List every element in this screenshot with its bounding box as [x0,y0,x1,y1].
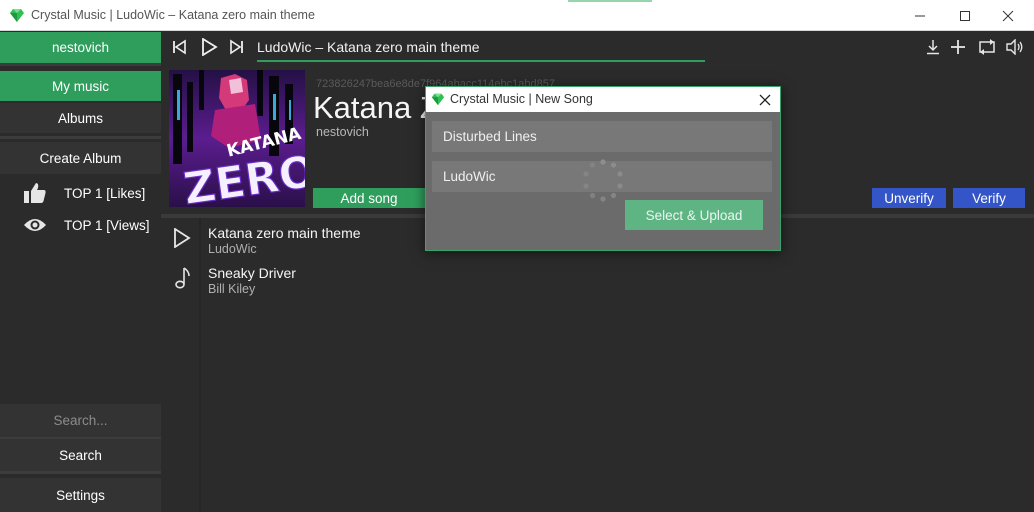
play-icon [202,38,218,56]
sidebar-item-albums[interactable]: Albums [0,103,161,133]
song-row[interactable]: Sneaky Driver Bill Kiley [161,258,1034,298]
skip-back-icon [173,39,186,55]
song-artist: Bill Kiley [208,282,256,296]
new-song-dialog: Crystal Music | New Song Disturbed Lines… [425,86,781,251]
thumbs-up-icon [22,182,48,204]
dialog-titlebar: Crystal Music | New Song [426,87,780,112]
verify-button[interactable]: Verify [953,188,1025,208]
crystal-gem-icon [10,9,24,22]
unverify-button[interactable]: Unverify [872,188,946,208]
sidebar-item-my-music[interactable]: My music [0,71,161,101]
maximize-icon [960,10,970,21]
settings-button[interactable]: Settings [0,478,161,512]
search-input[interactable]: Search... [0,404,161,437]
minimize-button[interactable] [897,0,943,31]
sidebar: nestovich My music Albums Create Album T… [0,31,161,512]
dialog-title: Crystal Music | New Song [450,92,593,106]
window-titlebar: Crystal Music | LudoWic – Katana zero ma… [0,0,1034,31]
maximize-button[interactable] [942,0,988,31]
sidebar-divider [0,63,161,66]
song-list: Katana zero main theme LudoWic Sneaky Dr… [161,218,1034,512]
sidebar-item-top-likes[interactable]: TOP 1 [Likes] [0,179,161,207]
crystal-gem-icon [431,93,445,106]
select-upload-button[interactable]: Select & Upload [625,200,763,230]
player-bar: LudoWic – Katana zero main theme [161,31,1034,64]
create-album-button[interactable]: Create Album [0,142,161,174]
download-button[interactable] [923,37,943,57]
dialog-close-button[interactable] [754,89,776,111]
eye-icon [22,214,48,236]
add-song-button[interactable]: Add song [313,188,425,208]
repeat-icon [979,39,995,55]
sidebar-divider [0,136,161,139]
top-likes-label: TOP 1 [Likes] [64,185,146,201]
album-owner: nestovich [316,125,369,139]
song-title: Sneaky Driver [208,265,296,281]
sidebar-item-top-views[interactable]: TOP 1 [Views] [0,211,161,239]
user-button[interactable]: nestovich [0,32,161,63]
top-views-label: TOP 1 [Views] [64,217,150,233]
skip-forward-icon [230,39,243,55]
titlebar-highlight [568,0,652,2]
close-icon [1002,10,1014,21]
previous-button[interactable] [169,37,189,57]
volume-button[interactable] [1005,37,1025,57]
music-note-icon [171,266,193,290]
album-cover-image: ZERO KATANA [169,70,305,207]
song-title-field[interactable]: Disturbed Lines [432,121,772,152]
song-artist: LudoWic [208,242,257,256]
window-title: Crystal Music | LudoWic – Katana zero ma… [31,8,315,22]
play-icon[interactable] [171,226,193,250]
repeat-button[interactable] [977,37,997,57]
minimize-icon [915,15,925,16]
now-playing-title: LudoWic – Katana zero main theme [257,39,480,55]
next-button[interactable] [227,37,247,57]
plus-icon [951,40,965,54]
close-button[interactable] [985,0,1031,31]
volume-icon [1006,39,1023,55]
playback-progress[interactable] [257,60,705,62]
sidebar-divider [0,471,161,474]
download-icon [927,40,939,55]
loading-spinner-icon [583,159,623,202]
add-button[interactable] [948,37,968,57]
song-title: Katana zero main theme [208,225,361,241]
play-button[interactable] [199,37,219,57]
close-icon [759,94,771,106]
search-button[interactable]: Search [0,439,161,471]
